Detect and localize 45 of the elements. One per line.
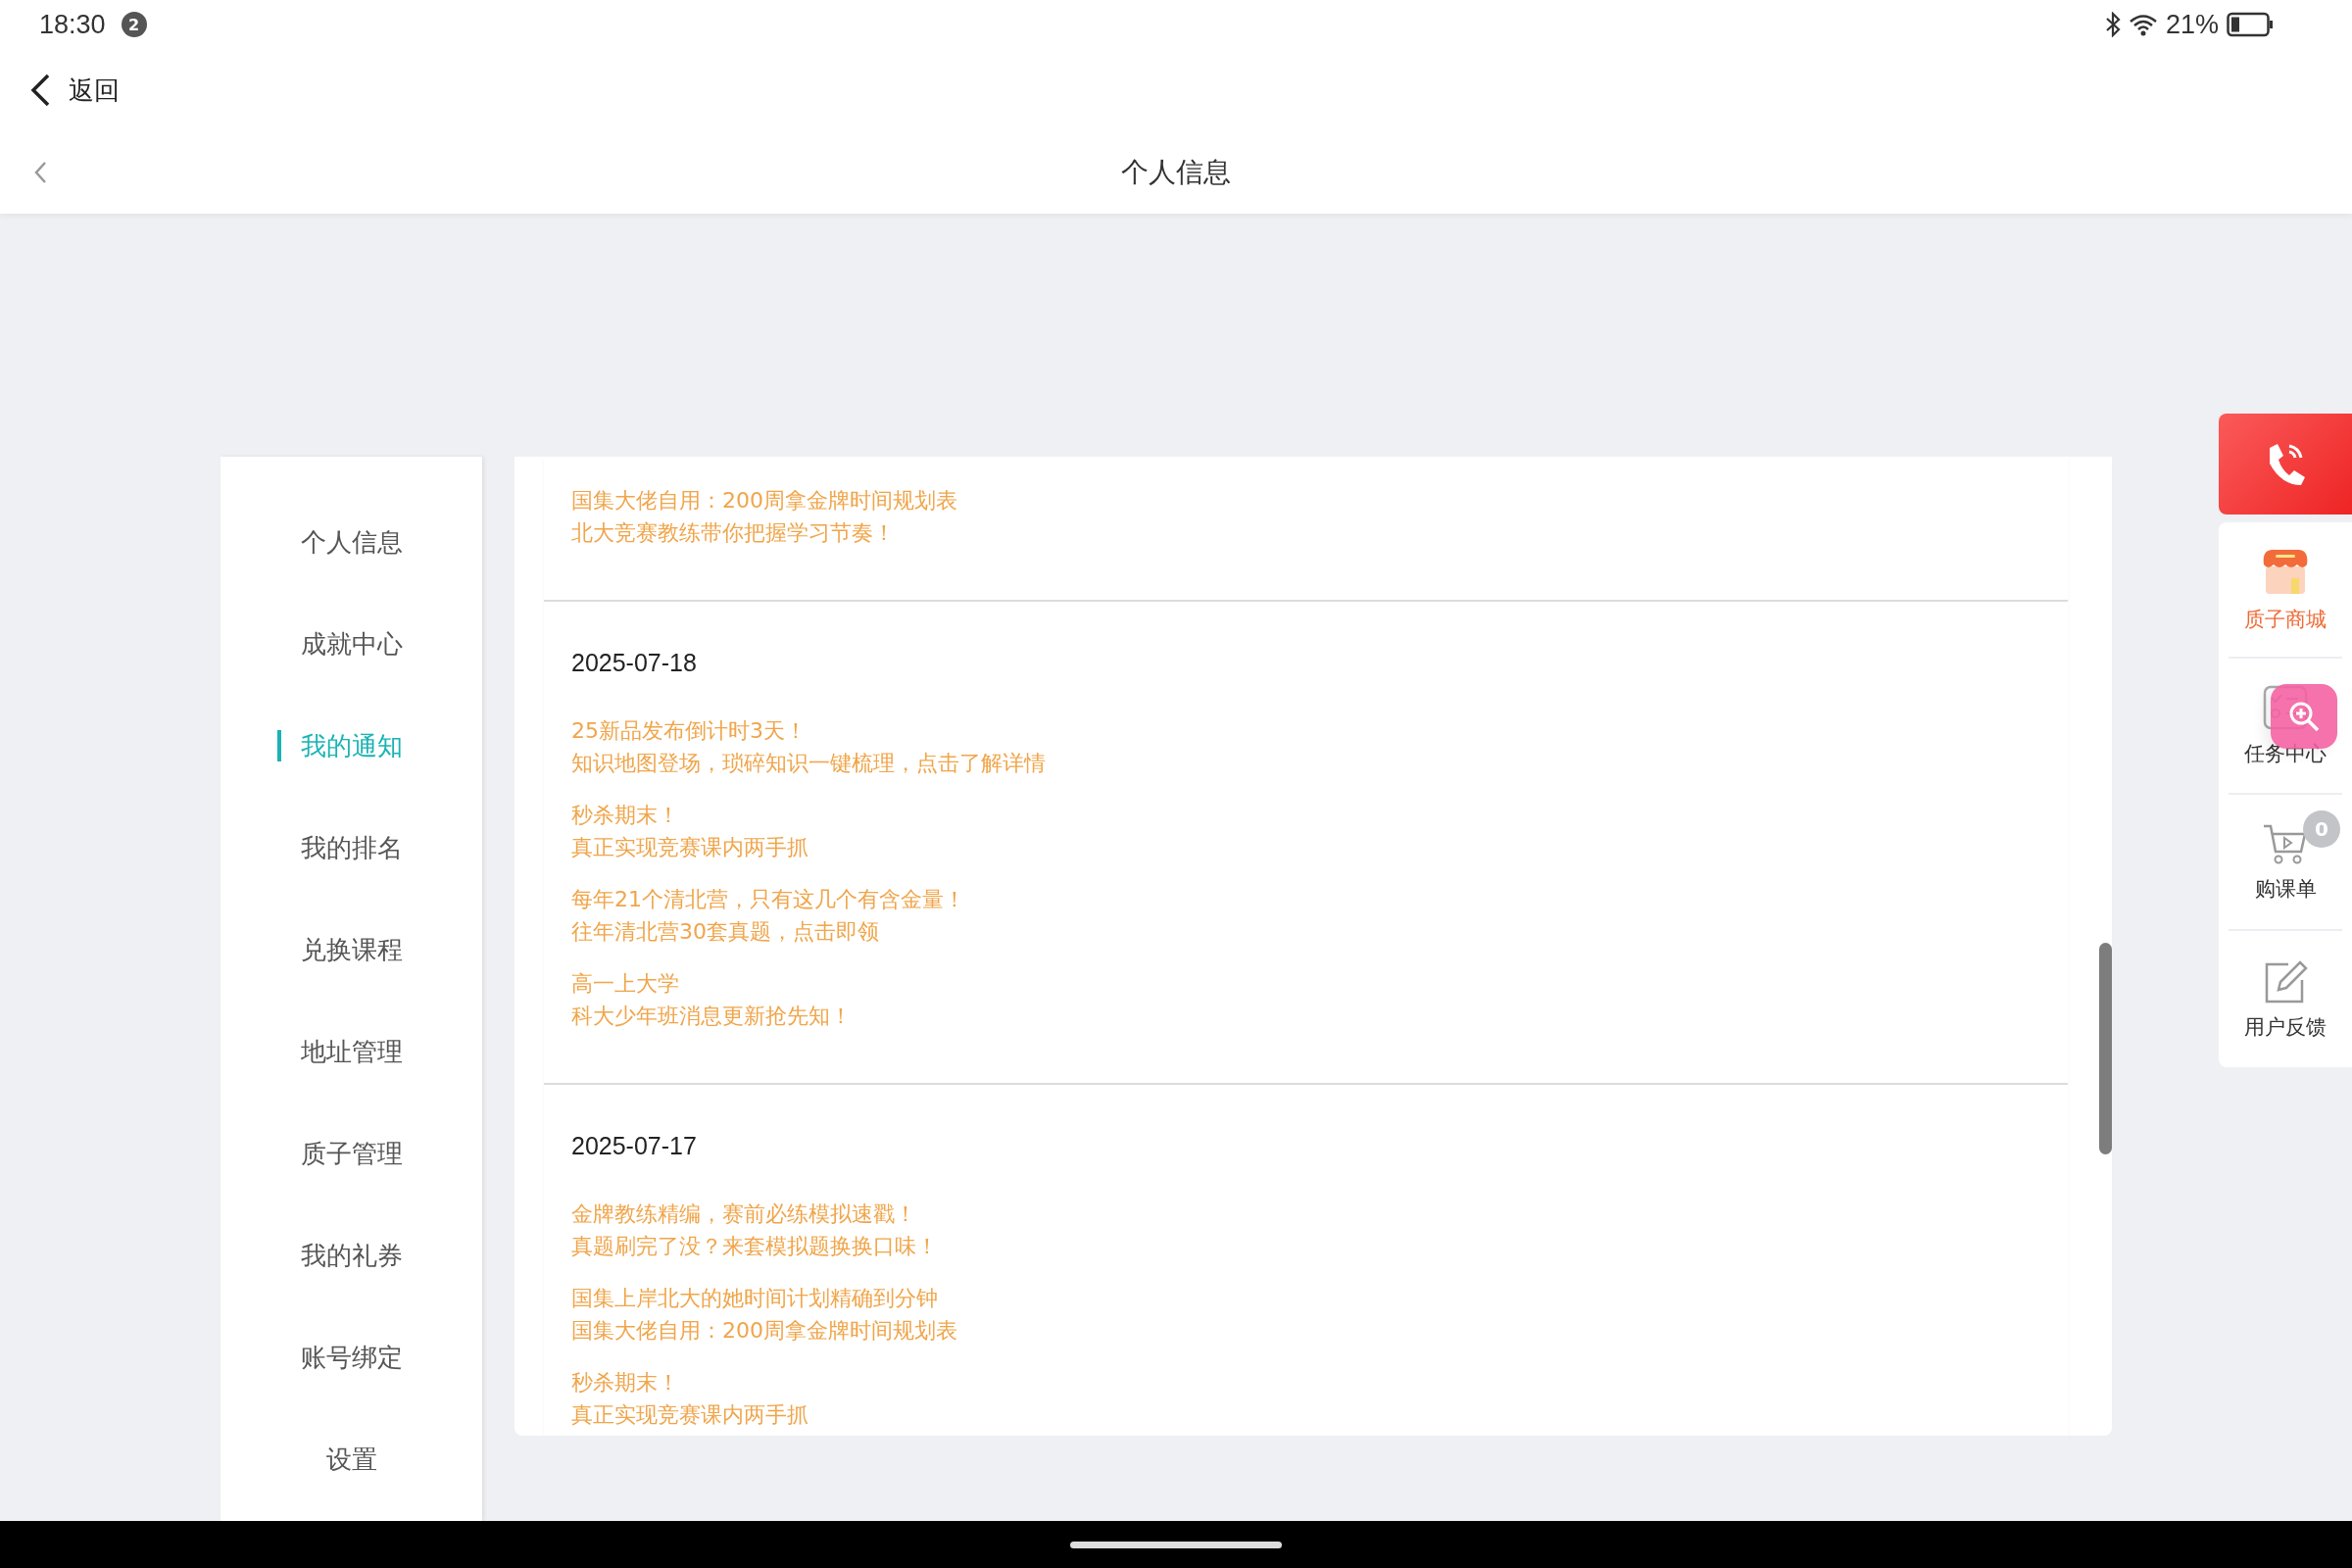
notification-subtitle[interactable]: 真正实现竞赛课内两手抓 [571, 1398, 808, 1431]
sidebar-item[interactable]: 成就中心 [220, 593, 482, 695]
back-button[interactable]: 返回 [29, 73, 120, 108]
notification-title[interactable]: 金牌教练精编，赛前必练模拟速戳！ [571, 1198, 916, 1230]
notification-subtitle[interactable]: 国集大佬自用：200周拿金牌时间规划表 [571, 1314, 957, 1347]
phone-call-button[interactable] [2219, 414, 2352, 514]
back-chevron-icon [29, 74, 51, 107]
page-title: 个人信息 [1121, 155, 1231, 190]
sidebar-item[interactable]: 质子管理 [220, 1102, 482, 1204]
home-indicator[interactable] [1070, 1541, 1282, 1548]
sidebar-item[interactable]: 我的通知 [220, 695, 482, 797]
back-chevron-icon[interactable] [33, 161, 47, 184]
notification-subtitle[interactable]: 真正实现竞赛课内两手抓 [571, 831, 808, 863]
scrollbar[interactable] [2099, 943, 2112, 1154]
sidebar-item[interactable]: 我的礼券 [220, 1204, 482, 1306]
notification-title[interactable]: 国集上岸北大的她时间计划精确到分钟 [571, 1282, 938, 1314]
notification-title[interactable]: 每年21个清北营，只有这几个有含金量！ [571, 883, 965, 915]
wifi-icon [2128, 13, 2158, 36]
notification-subtitle[interactable]: 真题刷完了没？来套模拟题换换口味！ [571, 1230, 938, 1262]
notification-date: 2025-07-17 [571, 1132, 698, 1160]
notification-badge: 2 [121, 12, 147, 37]
bluetooth-icon [2104, 12, 2121, 37]
quick-menu-item[interactable]: 用户反馈 [2229, 931, 2342, 1067]
sidebar-item[interactable]: 个人信息 [220, 491, 482, 593]
battery-percent: 21% [2165, 9, 2219, 40]
notification-title[interactable]: 秒杀期末！ [571, 1366, 679, 1398]
notification-subtitle[interactable]: 知识地图登场，琐碎知识一键梳理，点击了解详情 [571, 747, 1046, 779]
notification-subtitle[interactable]: 科大少年班消息更新抢先知！ [571, 1000, 852, 1032]
status-time: 18:30 [39, 9, 106, 40]
notification-title[interactable]: 秒杀期末！ [571, 799, 679, 831]
quick-menu-item[interactable]: 购课单 0 [2229, 795, 2342, 931]
sidebar-item[interactable]: 地址管理 [220, 1001, 482, 1102]
notification-title[interactable]: 25新品发布倒计时3天！ [571, 714, 807, 747]
sidebar-item[interactable]: 账号绑定 [220, 1306, 482, 1408]
sidebar-item[interactable]: 我的排名 [220, 797, 482, 899]
battery-icon [2227, 12, 2274, 37]
notification-date: 2025-07-18 [571, 649, 698, 677]
sidebar-item[interactable]: 设置 [220, 1408, 482, 1510]
quick-menu-item[interactable]: 质子商城 [2229, 522, 2342, 659]
count-badge: 0 [2303, 810, 2340, 848]
notification-subtitle[interactable]: 北大竞赛教练带你把握学习节奏！ [571, 516, 895, 549]
sidebar-item[interactable]: 兑换课程 [220, 899, 482, 1001]
notification-subtitle[interactable]: 往年清北营30套真题，点击即领 [571, 915, 879, 948]
notification-title[interactable]: 高一上大学 [571, 967, 679, 1000]
notification-title[interactable]: 国集大佬自用：200周拿金牌时间规划表 [571, 484, 957, 516]
